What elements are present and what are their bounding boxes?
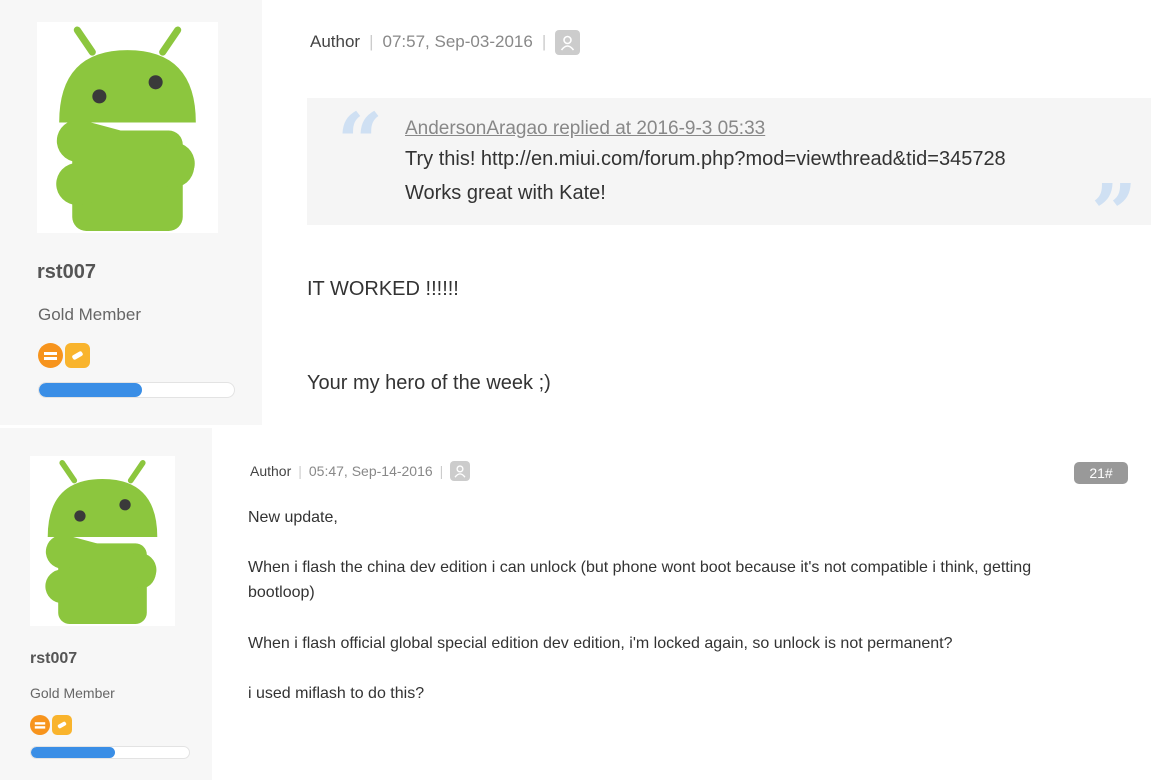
medal-list [30, 715, 72, 735]
user-rank: Gold Member [30, 685, 115, 701]
level-progress-fill [39, 383, 143, 397]
quote-line: Works great with Kate! [405, 182, 606, 204]
level-progress-bar [38, 382, 235, 398]
post-paragraph: Your my hero of the week ;) [307, 372, 551, 394]
post-meta: Author | 05:47, Sep-14-2016 | [250, 461, 471, 481]
level-progress-fill [31, 747, 115, 758]
android-avatar-icon [45, 460, 158, 624]
divider: | [298, 463, 302, 479]
post-paragraph: i used miflash to do this? [248, 685, 425, 702]
post-paragraph: When i flash the china dev edition i can… [248, 559, 1032, 576]
author-sidebar: rst007 Gold Member [0, 428, 212, 780]
medal-list [38, 343, 90, 368]
quote-block: “ ” AndersonAragao replied at 2016-9-3 0… [307, 95, 1151, 253]
open-quote-icon: “ [337, 95, 384, 189]
post-meta: Author | 07:57, Sep-03-2016 | [310, 29, 581, 55]
forum-post-2: rst007 Gold Member Author | 05:47, Sep-1… [0, 428, 1151, 780]
medal-orange-icon[interactable] [38, 343, 63, 368]
android-avatar-icon [56, 26, 196, 231]
user-icon[interactable] [450, 461, 471, 481]
quote-header-link[interactable]: AndersonAragao replied at 2016-9-3 05:33 [405, 118, 765, 140]
medal-orange-icon[interactable] [30, 715, 50, 735]
username[interactable]: rst007 [30, 650, 77, 668]
user-avatar[interactable] [37, 22, 218, 233]
author-sidebar: rst007 Gold Member [0, 0, 262, 425]
medal-yellow-icon[interactable] [65, 343, 90, 368]
close-quote-icon: ” [1090, 166, 1137, 260]
level-progress-bar [30, 746, 190, 759]
divider: | [369, 32, 374, 51]
divider: | [541, 32, 547, 51]
user-avatar[interactable] [30, 456, 175, 626]
username[interactable]: rst007 [37, 261, 96, 284]
post-paragraph: New update, [248, 509, 338, 526]
post-paragraph: bootloop) [248, 584, 315, 601]
post-timestamp: 05:47, Sep-14-2016 [308, 463, 433, 479]
author-label: Author [310, 32, 361, 51]
post-paragraph: IT WORKED !!!!!! [307, 278, 459, 300]
post-paragraph: When i flash official global special edi… [248, 635, 953, 652]
user-icon[interactable] [555, 29, 581, 55]
divider: | [439, 463, 444, 479]
author-label: Author [250, 463, 292, 479]
floor-number-badge[interactable]: 21# [1074, 462, 1128, 484]
user-rank: Gold Member [38, 305, 141, 324]
forum-post-1: rst007 Gold Member Author | 07:57, Sep-0… [0, 0, 1151, 425]
post-timestamp: 07:57, Sep-03-2016 [382, 32, 533, 51]
medal-yellow-icon[interactable] [52, 715, 72, 735]
quote-line: Try this! http://en.miui.com/forum.php?m… [405, 148, 1006, 170]
